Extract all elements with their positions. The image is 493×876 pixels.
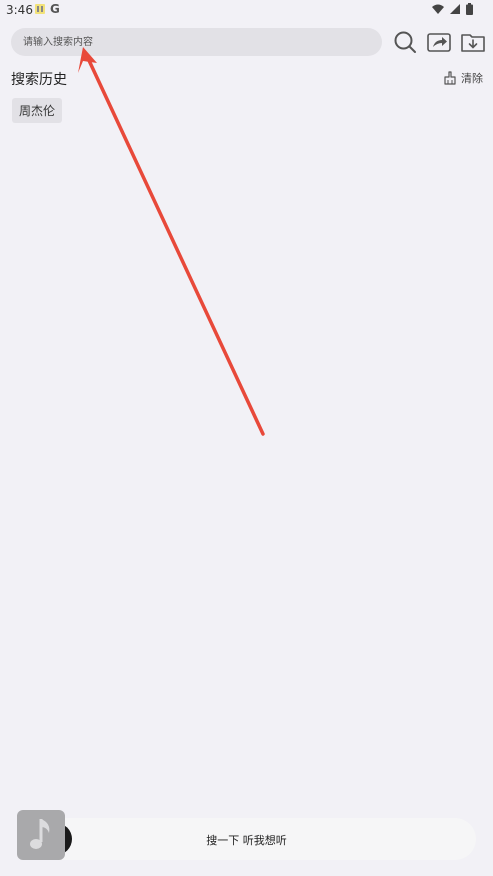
- battery-icon: [466, 3, 473, 15]
- status-bar: 3:46 G: [0, 0, 493, 22]
- history-header: 搜索历史 清除: [11, 68, 483, 90]
- download-button[interactable]: [459, 28, 487, 56]
- share-icon: [427, 33, 451, 52]
- history-chips: 周杰伦: [12, 98, 63, 123]
- search-button[interactable]: [391, 28, 419, 56]
- clear-history-button[interactable]: 清除: [443, 70, 483, 86]
- download-folder-icon: [461, 34, 485, 52]
- player-title: 搜一下 听我想听: [206, 834, 287, 847]
- search-icon: [394, 31, 416, 53]
- share-button[interactable]: [425, 28, 453, 56]
- history-chip[interactable]: 周杰伦: [12, 98, 63, 123]
- search-input[interactable]: [11, 28, 382, 56]
- status-icons-right: [432, 3, 473, 15]
- google-icon: G: [50, 2, 60, 16]
- history-title: 搜索历史: [11, 72, 67, 88]
- signal-icon: [450, 4, 460, 14]
- broom-icon: [444, 71, 456, 85]
- wifi-icon: [432, 4, 444, 14]
- status-time: 3:46: [6, 3, 33, 17]
- notification-icon: [35, 4, 45, 14]
- status-icons-left: G: [34, 3, 60, 15]
- clear-history-label: 清除: [461, 72, 483, 85]
- annotation-arrow: [78, 47, 265, 436]
- search-row: [11, 28, 485, 58]
